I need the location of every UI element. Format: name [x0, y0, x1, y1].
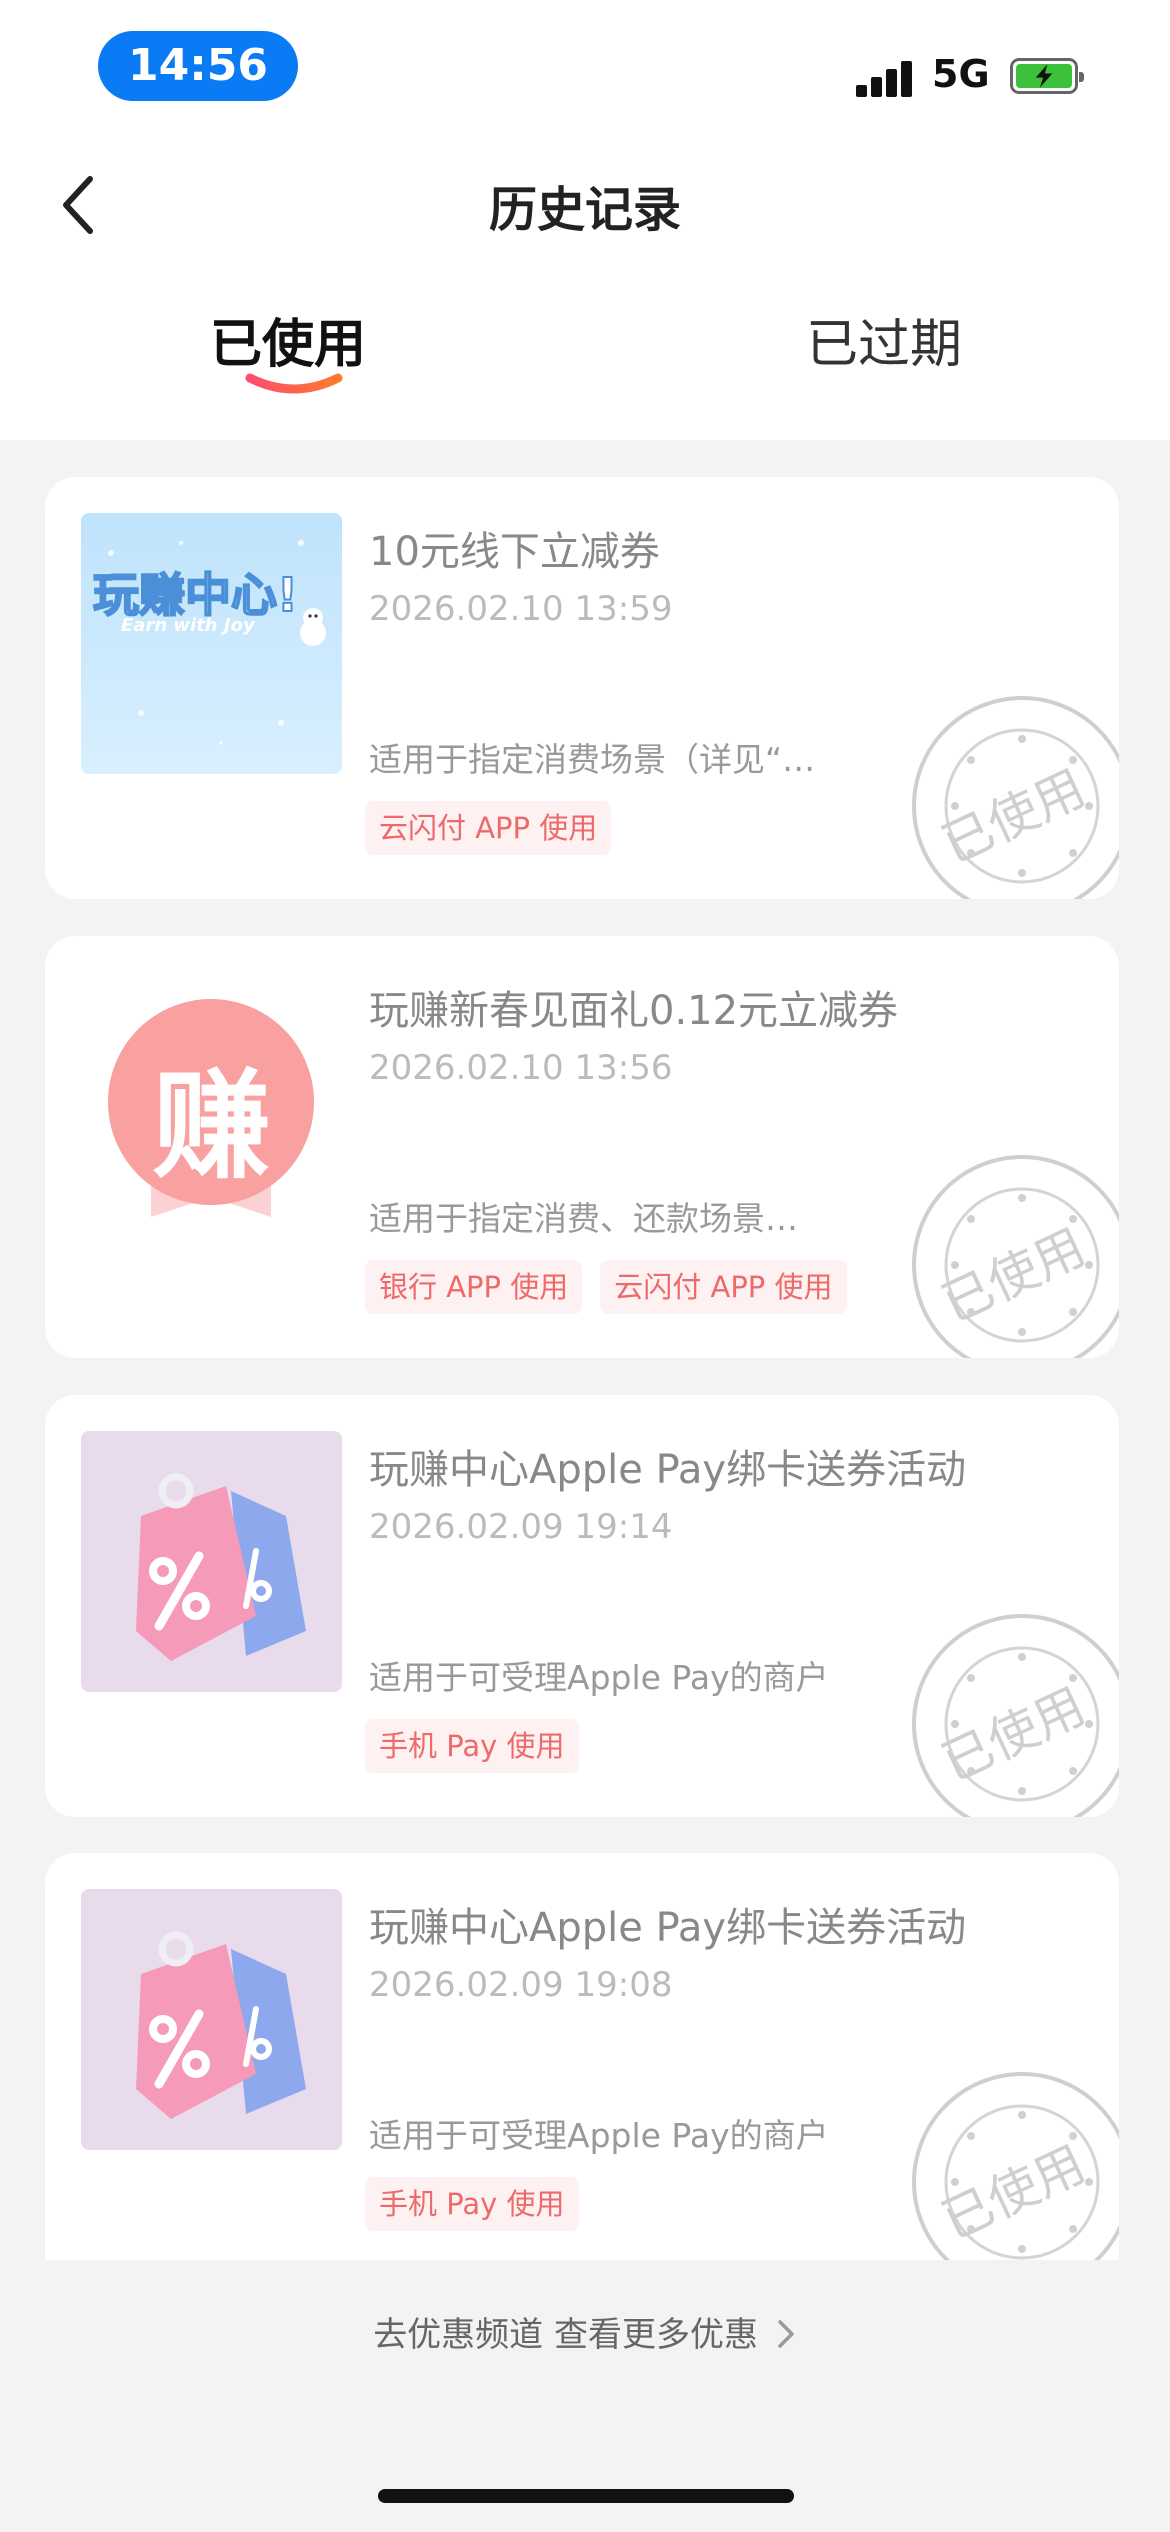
coupon-card[interactable]: 玩赚中心Apple Pay绑卡送券活动 2026.02.09 19:08 适用于… — [45, 1853, 1119, 2260]
coupon-thumbnail — [81, 1431, 342, 1692]
coupon-card[interactable]: 玩赚中心! Earn with Joy 10元线下立减券 2026.02.10 … — [45, 477, 1119, 899]
coupon-time: 2026.02.10 13:56 — [369, 1048, 673, 1088]
more-offers-label: 去优惠频道 查看更多优惠 — [373, 2315, 758, 2355]
coupon-thumbnail — [81, 1889, 342, 2150]
home-indicator — [378, 2489, 794, 2503]
coupon-desc: 适用于可受理Apple Pay的商户 — [369, 2116, 829, 2155]
usage-tag: 银行 APP 使用 — [365, 1260, 583, 1314]
usage-tag: 云闪付 APP 使用 — [600, 1260, 847, 1314]
network-label: 5G — [932, 52, 990, 96]
coupon-time: 2026.02.10 13:59 — [369, 589, 673, 629]
coupon-card[interactable]: 赚 玩赚新春见面礼0.12元立减券 2026.02.10 13:56 适用于指定… — [45, 936, 1119, 1358]
status-time: 14:56 — [98, 31, 298, 101]
used-stamp: 已使用 — [907, 691, 1119, 899]
coupon-tags: 手机 Pay 使用 — [365, 2177, 579, 2231]
chevron-right-icon — [778, 2320, 794, 2348]
signal-icon — [856, 57, 916, 97]
usage-tag: 云闪付 APP 使用 — [365, 801, 612, 855]
used-stamp: 已使用 — [907, 1609, 1119, 1817]
tab-used[interactable]: 已使用 — [210, 302, 366, 377]
page-title: 历史记录 — [488, 182, 681, 238]
usage-tag: 手机 Pay 使用 — [365, 1719, 579, 1773]
coupon-title: 10元线下立减券 — [369, 529, 660, 575]
usage-tag: 手机 Pay 使用 — [365, 2177, 579, 2231]
coupon-desc: 适用于指定消费、还款场景… — [369, 1199, 798, 1238]
battery-icon — [1010, 58, 1084, 94]
coupon-title: 玩赚新春见面礼0.12元立减券 — [369, 988, 899, 1034]
tab-active-indicator — [245, 373, 343, 394]
coupon-title: 玩赚中心Apple Pay绑卡送券活动 — [369, 1905, 967, 1951]
coupon-card[interactable]: 玩赚中心Apple Pay绑卡送券活动 2026.02.09 19:14 适用于… — [45, 1395, 1119, 1817]
coupon-time: 2026.02.09 19:08 — [369, 1965, 673, 2005]
thumb-title: 赚 — [152, 1057, 271, 1195]
used-stamp: 已使用 — [907, 2067, 1119, 2260]
coupon-tags: 银行 APP 使用 云闪付 APP 使用 — [365, 1260, 847, 1314]
coupon-tags: 云闪付 APP 使用 — [365, 801, 612, 855]
coupon-thumbnail: 玩赚中心! Earn with Joy — [81, 513, 342, 774]
coupon-title: 玩赚中心Apple Pay绑卡送券活动 — [369, 1447, 967, 1493]
coupon-desc: 适用于指定消费场景（详见“… — [369, 740, 816, 779]
coupon-tags: 手机 Pay 使用 — [365, 1719, 579, 1773]
more-offers-link[interactable]: 去优惠频道 查看更多优惠 — [0, 2307, 1170, 2356]
tab-expired[interactable]: 已过期 — [806, 302, 962, 377]
thumb-subtitle: Earn with Joy — [121, 615, 255, 636]
coupon-thumbnail: 赚 — [81, 972, 342, 1233]
used-stamp: 已使用 — [907, 1150, 1119, 1358]
coupon-time: 2026.02.09 19:14 — [369, 1507, 673, 1547]
coupon-desc: 适用于可受理Apple Pay的商户 — [369, 1658, 829, 1697]
